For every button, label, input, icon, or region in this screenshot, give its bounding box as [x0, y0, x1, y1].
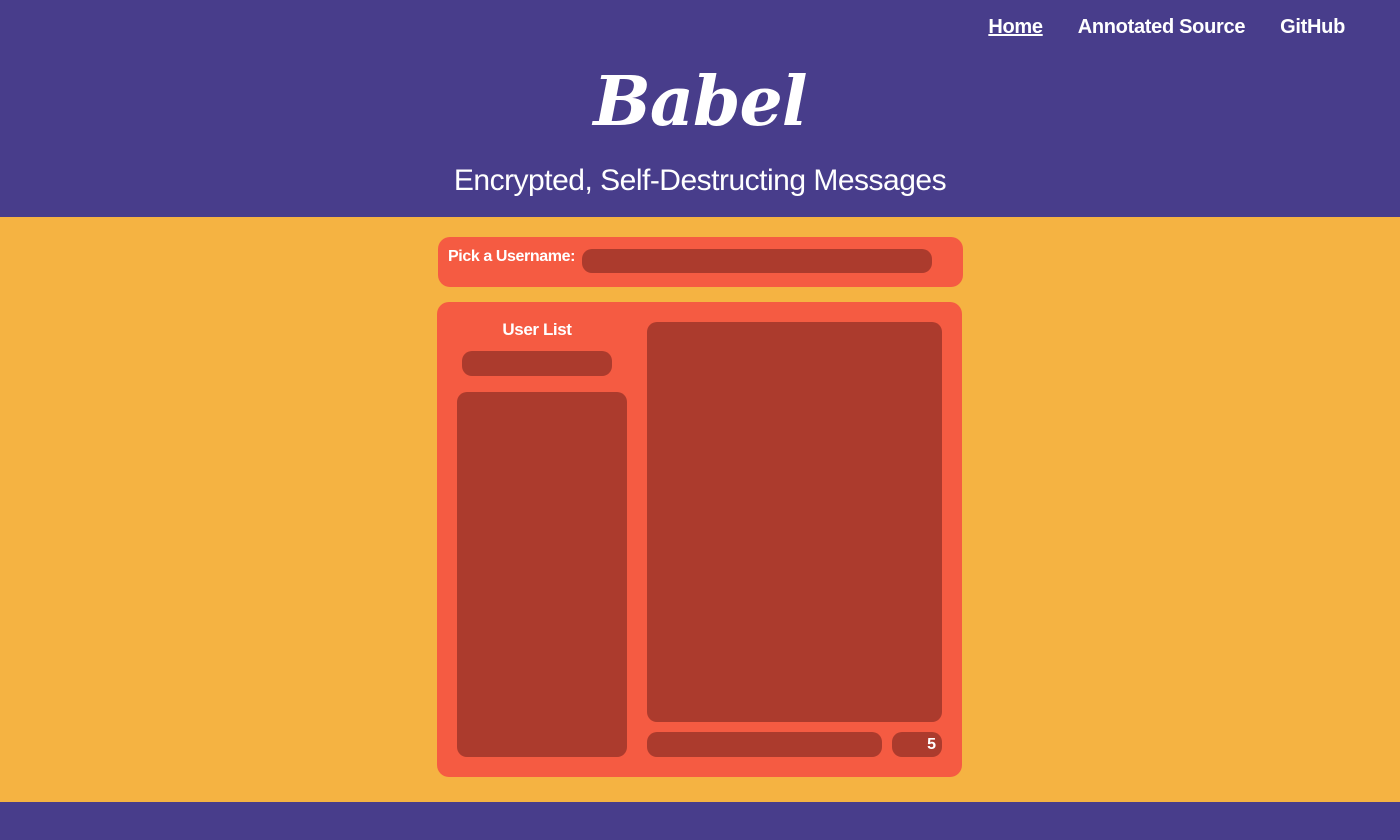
self-destruct-timer-input[interactable]: 5	[892, 732, 942, 757]
nav-github-link[interactable]: GitHub	[1280, 16, 1345, 39]
main-content: Pick a Username: User List 5	[0, 217, 1400, 802]
user-search-input[interactable]	[462, 351, 612, 376]
site-header: Home Annotated Source GitHub Babel Encry…	[0, 0, 1400, 217]
top-nav: Home Annotated Source GitHub	[988, 16, 1345, 39]
message-input[interactable]	[647, 732, 882, 757]
user-list-title: User List	[502, 320, 572, 339]
site-tagline: Encrypted, Self-Destructing Messages	[453, 164, 947, 197]
username-label: Pick a Username:	[448, 248, 576, 265]
username-input[interactable]	[582, 249, 932, 273]
site-logo: Babel	[593, 62, 807, 142]
messages-area[interactable]	[647, 322, 942, 722]
chat-panel: User List 5	[437, 302, 962, 777]
nav-home-link[interactable]: Home	[988, 16, 1043, 39]
nav-annotated-source-link[interactable]: Annotated Source	[1078, 16, 1246, 39]
username-panel: Pick a Username:	[438, 237, 963, 287]
user-list[interactable]	[457, 392, 627, 757]
site-footer	[0, 802, 1400, 840]
